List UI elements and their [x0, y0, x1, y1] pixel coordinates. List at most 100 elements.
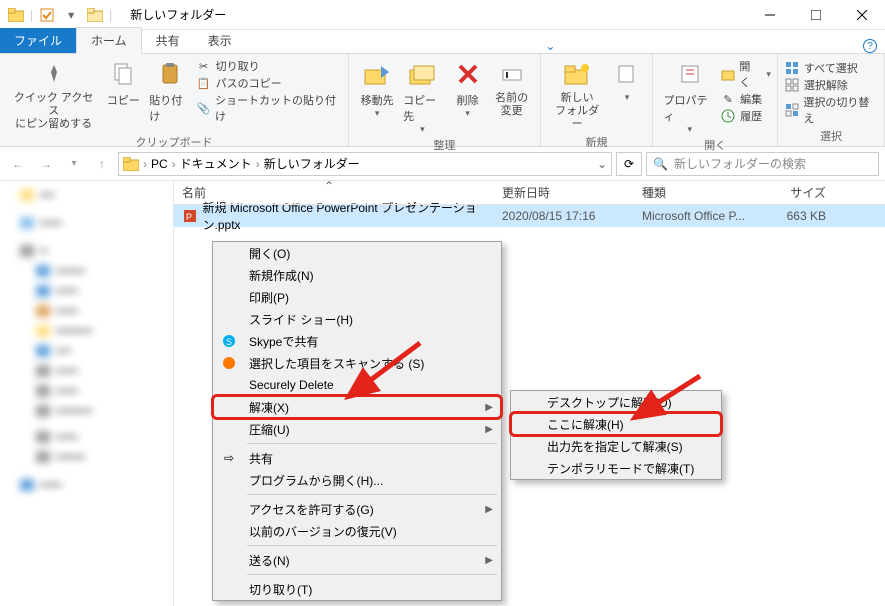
- ctx-secure-delete[interactable]: Securely Delete: [213, 374, 501, 396]
- address-bar[interactable]: › PC › ドキュメント › 新しいフォルダー ⌄: [118, 152, 612, 176]
- open-button[interactable]: 開く▾: [720, 58, 771, 90]
- ctx-compress[interactable]: 圧縮(U)▶: [213, 418, 501, 440]
- path-icon: 📋: [196, 75, 212, 91]
- pin-quick-access-button[interactable]: クイック アクセス にピン留めする: [6, 56, 101, 134]
- maximize-button[interactable]: [793, 0, 839, 30]
- ctx-restore[interactable]: 以前のバージョンの復元(V): [213, 520, 501, 542]
- nav-pane[interactable]: ━━ ━━━ ━ ━━━━ ━━━ ━━━ ━━━━━ ━━ ━━━ ━━━ ━…: [0, 181, 174, 606]
- ctx-sendto[interactable]: 送る(N)▶: [213, 549, 501, 571]
- ctx-extract-here[interactable]: ここに解凍(H): [511, 413, 721, 435]
- ctx-scan[interactable]: 選択した項目をスキャンする (S): [213, 352, 501, 374]
- ctx-share[interactable]: ⇨共有: [213, 447, 501, 469]
- minimize-button[interactable]: [747, 0, 793, 30]
- column-modified[interactable]: 更新日時: [494, 184, 634, 201]
- side-item: ━: [0, 241, 173, 261]
- side-item: ━━━: [0, 361, 173, 381]
- address-dropdown-icon[interactable]: ⌄: [597, 157, 607, 171]
- side-item: ━━━: [0, 381, 173, 401]
- side-item: ━━: [0, 341, 173, 361]
- ctx-separator: [247, 494, 497, 495]
- column-type[interactable]: 種類: [634, 184, 754, 201]
- paste-button[interactable]: 貼り付け: [145, 56, 195, 126]
- ctx-separator: [247, 443, 497, 444]
- qat-dropdown-icon[interactable]: ▾: [60, 4, 82, 26]
- crumb-pc[interactable]: PC: [151, 157, 168, 171]
- chevron-right-icon[interactable]: ›: [256, 157, 260, 171]
- submenu-arrow-icon: ▶: [485, 424, 493, 435]
- recent-dropdown[interactable]: ▾: [62, 152, 86, 176]
- file-type: Microsoft Office P...: [634, 209, 754, 223]
- ctx-extract[interactable]: 解凍(X)▶: [213, 396, 501, 418]
- submenu-arrow-icon: ▶: [485, 555, 493, 566]
- side-item: ━━━: [0, 475, 173, 495]
- column-size[interactable]: サイズ: [754, 184, 834, 201]
- copy-to-button[interactable]: コピー先▾: [399, 56, 445, 137]
- help-icon[interactable]: ?: [863, 39, 877, 53]
- submenu-arrow-icon: ▶: [485, 402, 493, 413]
- folder-icon: [123, 157, 139, 171]
- delete-button[interactable]: 削除▾: [446, 56, 490, 121]
- select-none-button[interactable]: 選択解除: [784, 77, 878, 93]
- side-item: ━━━━: [0, 447, 173, 467]
- folder-icon: [5, 4, 27, 26]
- rename-button[interactable]: 名前の 変更: [490, 56, 534, 120]
- ctx-new[interactable]: 新規作成(N): [213, 264, 501, 286]
- new-folder-button[interactable]: 新しい フォルダー: [547, 56, 608, 134]
- paste-shortcut-button[interactable]: 📎ショートカットの貼り付け: [196, 92, 342, 124]
- checkbox-icon[interactable]: [36, 4, 58, 26]
- cut-button[interactable]: ✂切り取り: [196, 58, 342, 74]
- submenu-arrow-icon: ▶: [485, 504, 493, 515]
- side-item: ━━━: [0, 213, 173, 233]
- share-icon: ⇨: [221, 450, 237, 466]
- history-icon: [720, 108, 736, 124]
- side-item: ━━━━━: [0, 401, 173, 421]
- ctx-skype[interactable]: SSkypeで共有: [213, 330, 501, 352]
- ctx-openwith[interactable]: プログラムから開く(H)...: [213, 469, 501, 491]
- file-row[interactable]: P 新規 Microsoft Office PowerPoint プレゼンテーシ…: [174, 205, 885, 227]
- ctx-extract-temp[interactable]: テンポラリモードで解凍(T): [511, 457, 721, 479]
- select-all-button[interactable]: すべて選択: [784, 60, 878, 76]
- edit-button[interactable]: ✎編集: [720, 91, 771, 107]
- ctx-cut[interactable]: 切り取り(T): [213, 578, 501, 600]
- ctx-extract-desktop[interactable]: デスクトップに解凍(D): [511, 391, 721, 413]
- new-item-button[interactable]: ▾: [608, 56, 647, 105]
- move-to-button[interactable]: 移動先▾: [355, 56, 399, 121]
- copy-button[interactable]: コピー: [101, 56, 145, 110]
- select-all-icon: [784, 60, 800, 76]
- refresh-button[interactable]: ⟳: [616, 152, 642, 176]
- ribbon-toggle-icon[interactable]: ⌄: [545, 39, 555, 53]
- skype-icon: S: [221, 333, 237, 349]
- tab-file[interactable]: ファイル: [0, 28, 76, 53]
- up-button[interactable]: ↑: [90, 152, 114, 176]
- chevron-right-icon[interactable]: ›: [172, 157, 176, 171]
- context-submenu: デスクトップに解凍(D) ここに解凍(H) 出力先を指定して解凍(S) テンポラ…: [510, 390, 722, 480]
- properties-button[interactable]: プロパティ▾: [659, 56, 720, 137]
- tab-share[interactable]: 共有: [142, 28, 194, 53]
- crumb-documents[interactable]: ドキュメント: [180, 155, 252, 172]
- invert-icon: [784, 102, 800, 118]
- history-button[interactable]: 履歴: [720, 108, 771, 124]
- folder-small-icon: [84, 4, 106, 26]
- copy-path-button[interactable]: 📋パスのコピー: [196, 75, 342, 91]
- back-button[interactable]: ←: [6, 152, 30, 176]
- ctx-slideshow[interactable]: スライド ショー(H): [213, 308, 501, 330]
- ctx-access[interactable]: アクセスを許可する(G)▶: [213, 498, 501, 520]
- search-placeholder: 新しいフォルダーの検索: [674, 155, 806, 172]
- search-input[interactable]: 🔍 新しいフォルダーの検索: [646, 152, 879, 176]
- sort-indicator-icon: ⌃: [324, 179, 334, 193]
- crumb-folder[interactable]: 新しいフォルダー: [264, 155, 360, 172]
- forward-button[interactable]: →: [34, 152, 58, 176]
- pptx-icon: P: [182, 208, 197, 224]
- tab-view[interactable]: 表示: [194, 28, 246, 53]
- ctx-extract-output[interactable]: 出力先を指定して解凍(S): [511, 435, 721, 457]
- ctx-separator: [247, 545, 497, 546]
- group-select-label: 選択: [784, 128, 878, 146]
- ctx-open[interactable]: 開く(O): [213, 242, 501, 264]
- window-title: 新しいフォルダー: [130, 6, 226, 23]
- chevron-right-icon[interactable]: ›: [143, 157, 147, 171]
- ctx-print[interactable]: 印刷(P): [213, 286, 501, 308]
- svg-text:S: S: [226, 337, 232, 347]
- invert-selection-button[interactable]: 選択の切り替え: [784, 94, 878, 126]
- tab-home[interactable]: ホーム: [76, 27, 142, 54]
- close-button[interactable]: [839, 0, 885, 30]
